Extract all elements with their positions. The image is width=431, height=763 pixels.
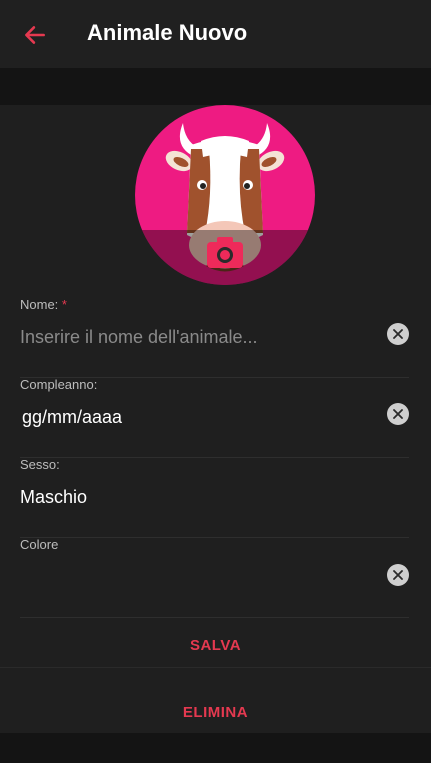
close-icon [393, 570, 403, 580]
name-placeholder: Inserire il nome dell'animale... [20, 327, 258, 347]
birthday-value: gg/mm/aaaa [22, 407, 123, 427]
clear-name-button[interactable] [387, 323, 409, 345]
birthday-field: Compleanno: gg/mm/aaaa [20, 377, 409, 458]
bottom-band [0, 733, 431, 763]
clear-color-button[interactable] [387, 564, 409, 586]
delete-button[interactable]: ELIMINA [0, 704, 431, 721]
color-label: Colore [20, 537, 59, 552]
sex-label: Sesso: [20, 457, 60, 472]
animal-avatar[interactable] [135, 105, 315, 285]
sex-select[interactable]: Maschio [20, 479, 380, 519]
name-input[interactable]: Inserire il nome dell'animale... [20, 319, 380, 359]
header-band [0, 68, 431, 105]
divider [0, 667, 431, 668]
color-input[interactable] [20, 559, 380, 599]
save-button[interactable]: SALVA [0, 637, 431, 654]
birthday-label: Compleanno: [20, 377, 98, 392]
page-title: Animale Nuovo [87, 20, 248, 45]
app-bar: Animale Nuovo [0, 0, 431, 68]
name-field: Nome: * Inserire il nome dell'animale... [20, 297, 409, 378]
birthday-input[interactable]: gg/mm/aaaa [20, 399, 380, 439]
screen: Animale Nuovo Nome: * Inserire il nome d… [0, 0, 431, 763]
close-icon [393, 329, 403, 339]
sex-field: Sesso: Maschio [20, 457, 409, 538]
name-label: Nome: [20, 297, 59, 312]
close-icon [393, 409, 403, 419]
sex-value: Maschio [20, 487, 88, 507]
clear-birthday-button[interactable] [387, 403, 409, 425]
color-field: Colore [20, 537, 409, 618]
arrow-left-icon[interactable] [22, 22, 48, 48]
required-mark: * [61, 297, 67, 312]
cow-avatar-image [135, 105, 315, 285]
